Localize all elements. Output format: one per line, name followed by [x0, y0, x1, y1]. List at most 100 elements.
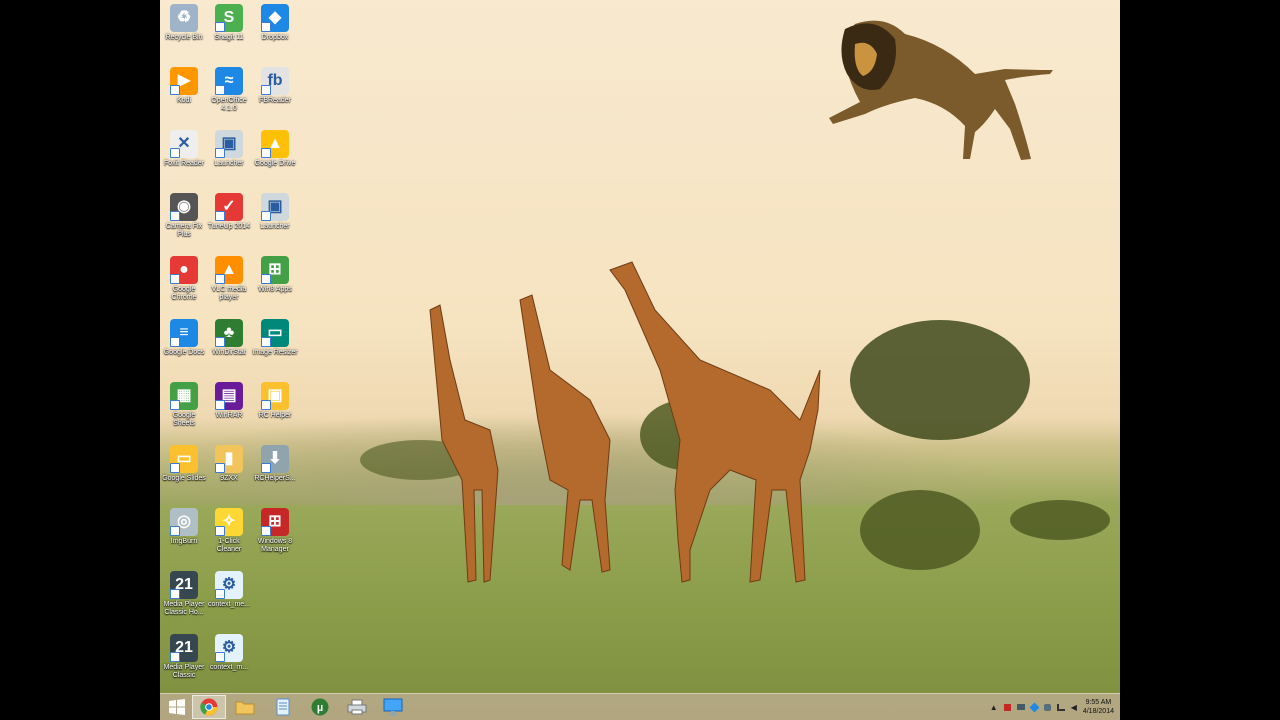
- desktop-icon[interactable]: ✓ TuneUp 2014: [206, 193, 252, 231]
- installer-icon: ⬇: [261, 445, 289, 473]
- start-button[interactable]: [160, 695, 194, 719]
- desktop-icon-label: context_m...: [209, 664, 249, 671]
- desktop-icon[interactable]: ⊞ Windows 8 Manager: [252, 508, 298, 554]
- desktop-icon[interactable]: ≡ Google Docs: [161, 319, 207, 357]
- desktop-icon[interactable]: ▣ Launcher: [252, 193, 298, 231]
- desktop-icon[interactable]: ◉ Camera Fix Plus: [161, 193, 207, 239]
- chrome-icon: ●: [170, 256, 198, 284]
- utorrent-icon: µ: [311, 698, 329, 716]
- desktop-icon[interactable]: ⚙ context_m...: [206, 634, 252, 672]
- desktop-icon-label: Snagit 11: [214, 34, 244, 41]
- desktop: ♻ Recycle Bin S Snagit 11 ◆ Dropbox ▶ Kodi ≈ Open…: [160, 0, 1120, 720]
- desktop-icon[interactable]: 21 Media Player Classic: [161, 634, 207, 680]
- clock-date: 4/18/2014: [1082, 708, 1114, 715]
- taskbar-printer-button[interactable]: [340, 695, 374, 719]
- desktop-icon[interactable]: ▶ Kodi: [161, 67, 207, 105]
- volume-icon[interactable]: ◀: [1071, 703, 1077, 712]
- desktop-icon[interactable]: ▣ RC Helper: [252, 382, 298, 420]
- desktop-icon-label: 9ZXX: [220, 475, 238, 482]
- clock[interactable]: 9:55 AM 4/18/2014: [1083, 698, 1114, 716]
- desktop-icon[interactable]: ● Google Chrome: [161, 256, 207, 302]
- desktop-icon-label: Launcher: [214, 160, 244, 167]
- security-icon[interactable]: [1043, 703, 1051, 711]
- desktop-icon-label: Image Resizer: [252, 349, 298, 356]
- desktop-icon-label: VLC media player: [211, 286, 247, 301]
- taskbar-remote-desktop-button[interactable]: [376, 695, 410, 719]
- show-hidden-icons-icon[interactable]: ▲: [990, 703, 998, 712]
- desktop-icon-label: Recycle Bin: [165, 34, 203, 41]
- desktop-icon[interactable]: ▭ Google Slides: [161, 445, 207, 483]
- registry-file-icon: ⚙: [215, 571, 243, 599]
- printer-icon: [347, 699, 367, 715]
- desktop-icon[interactable]: ▭ Image Resizer: [252, 319, 298, 357]
- fb-reader-icon: fb: [261, 67, 289, 95]
- tree-icon: ♣: [215, 319, 243, 347]
- desktop-icon[interactable]: 21 Media Player Classic Ho...: [161, 571, 207, 617]
- desktop-icon[interactable]: ≈ OpenOffice 4.1.0: [206, 67, 252, 113]
- system-tray: ▲ ◀ 9:55 AM 4/18/2014: [990, 697, 1114, 717]
- picture-icon: ▭: [261, 319, 289, 347]
- desktop-icon-label: Google Docs: [163, 349, 205, 356]
- desktop-icon[interactable]: ✕ Foxit Reader: [161, 130, 207, 168]
- desktop-icon[interactable]: fb FBReader: [252, 67, 298, 105]
- mpc-film-icon: 21: [170, 634, 198, 662]
- desktop-icon[interactable]: ▲ VLC media player: [206, 256, 252, 302]
- snagit-icon: S: [215, 4, 243, 32]
- desktop-icon-label: context_me...: [207, 601, 251, 608]
- desktop-icon-label: Launcher: [260, 223, 290, 230]
- taskbar-utorrent-button[interactable]: µ: [303, 695, 337, 719]
- google-sheets-icon: ▦: [170, 382, 198, 410]
- desktop-icon[interactable]: ▮ 9ZXX: [206, 445, 252, 483]
- rc-helper-icon: ▣: [261, 382, 289, 410]
- desktop-icon[interactable]: ♻ Recycle Bin: [161, 4, 207, 42]
- folder-icon: ▮: [215, 445, 243, 473]
- desktop-icon-label: Media Player Classic Ho...: [163, 601, 205, 616]
- taskbar-chrome-button[interactable]: [192, 695, 226, 719]
- desktop-icon[interactable]: ▦ Google Sheets: [161, 382, 207, 428]
- desktop-icon-label: Camera Fix Plus: [165, 223, 203, 238]
- taskbar-file-explorer-button[interactable]: [228, 695, 262, 719]
- desktop-icon[interactable]: ▣ Launcher: [206, 130, 252, 168]
- desktop-icon[interactable]: ▤ WinRAR: [206, 382, 252, 420]
- desktop-icon-label: Kodi: [176, 97, 191, 104]
- desktop-icon-label: Google Sheets: [172, 412, 196, 427]
- flag-icon[interactable]: [1003, 703, 1011, 711]
- window-icon: ▣: [215, 130, 243, 158]
- desktop-icon[interactable]: ⚙ context_me...: [206, 571, 252, 609]
- taskbar: µ ▲ ◀ 9:55 AM 4/18/2014: [160, 693, 1120, 720]
- desktop-icon[interactable]: ◆ Dropbox: [252, 4, 298, 42]
- network-icon[interactable]: [1056, 703, 1065, 711]
- registry-file-icon: ⚙: [215, 634, 243, 662]
- desktop-icon-label: Foxit Reader: [163, 160, 205, 167]
- svg-text:µ: µ: [317, 702, 323, 714]
- desktop-icon[interactable]: ♣ WinDirStat: [206, 319, 252, 357]
- dropbox-tray-icon[interactable]: [1029, 702, 1040, 712]
- background-bush: [1010, 500, 1110, 540]
- desktop-icon-label: WinRAR: [215, 412, 243, 419]
- desktop-icon-label: Win8 Apps: [258, 286, 292, 293]
- desktop-icon[interactable]: ⬇ RCHelperS...: [252, 445, 298, 483]
- media-play-icon: ▶: [170, 67, 198, 95]
- winrar-icon: ▤: [215, 382, 243, 410]
- desktop-icon[interactable]: ✧ 1-Click Cleaner: [206, 508, 252, 554]
- chrome-icon: [200, 698, 218, 716]
- desktop-icon[interactable]: ▲ Google Drive: [252, 130, 298, 168]
- giraffe-illustration: [429, 261, 821, 583]
- windows-store-icon: ⊞: [261, 256, 289, 284]
- mpc-film-icon: 21: [170, 571, 198, 599]
- google-slides-icon: ▭: [170, 445, 198, 473]
- background-tree: [850, 320, 1030, 440]
- lion-illustration: [829, 20, 1053, 160]
- desktop-icon-label: 1-Click Cleaner: [216, 538, 242, 553]
- network-device-icon[interactable]: [1016, 704, 1025, 710]
- desktop-icon-label: Google Drive: [254, 160, 296, 167]
- desktop-icon[interactable]: ◎ ImgBurn: [161, 508, 207, 546]
- desktop-icon[interactable]: ⊞ Win8 Apps: [252, 256, 298, 294]
- windows-manager-icon: ⊞: [261, 508, 289, 536]
- desktop-icon-label: Media Player Classic: [163, 664, 205, 679]
- camera-icon: ◉: [170, 193, 198, 221]
- taskbar-notepad-button[interactable]: [266, 695, 300, 719]
- desktop-icon[interactable]: S Snagit 11: [206, 4, 252, 42]
- google-drive-icon: ▲: [261, 130, 289, 158]
- desktop-icon-label: OpenOffice 4.1.0: [211, 97, 247, 112]
